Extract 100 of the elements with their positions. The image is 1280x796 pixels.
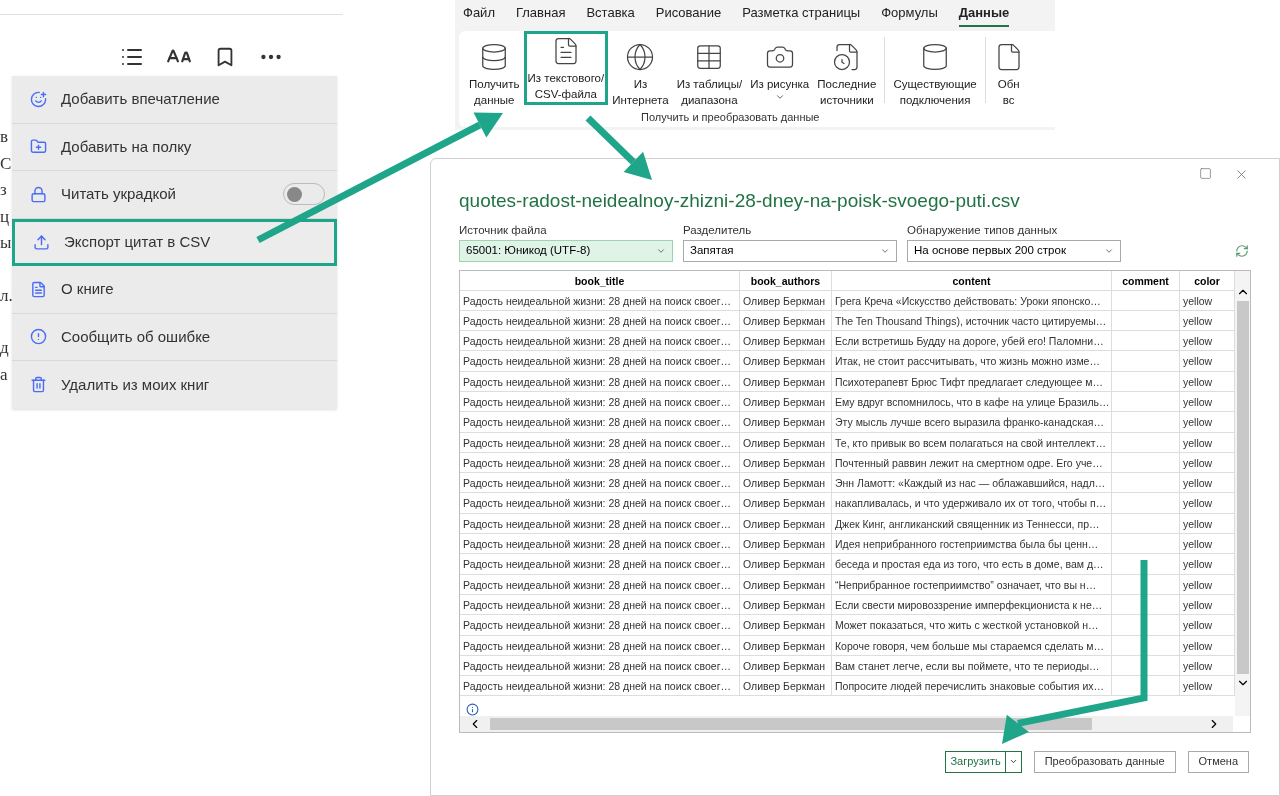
ribbon-button[interactable]: Получить данные bbox=[465, 37, 524, 111]
horizontal-scrollbar[interactable] bbox=[460, 715, 1233, 732]
dropdown-field[interactable]: На основе первых 200 строк bbox=[907, 239, 1121, 262]
table-cell: Оливер Беркман bbox=[740, 331, 832, 351]
table-cell: Оливер Беркман bbox=[740, 676, 832, 696]
table-cell: Радость неидеальной жизни: 28 дней на поиск своег… bbox=[460, 331, 740, 351]
ribbon-tab[interactable]: Главная bbox=[515, 3, 566, 27]
close-icon[interactable] bbox=[1234, 167, 1249, 182]
table-cell: The Ten Thousand Things), источник часто цитируемы… bbox=[832, 310, 1112, 331]
ribbon-button[interactable]: Существующие подключения bbox=[889, 37, 981, 111]
upload-icon bbox=[33, 233, 50, 251]
lock-icon bbox=[30, 185, 47, 203]
info-icon bbox=[466, 702, 479, 716]
globe-icon bbox=[625, 42, 656, 72]
table-cell: Оливер Беркман bbox=[740, 310, 832, 331]
table-cell: Психотерапевт Брюс Тифт предлагает следующее м… bbox=[832, 371, 1112, 391]
dialog-button[interactable]: Отмена bbox=[1187, 750, 1249, 773]
smile-plus-icon bbox=[30, 90, 47, 108]
ribbon-tab[interactable]: Вставка bbox=[586, 3, 635, 27]
alert-icon bbox=[30, 328, 47, 346]
refresh-icon[interactable] bbox=[1235, 243, 1249, 258]
table-cell: Радость неидеальной жизни: 28 дней на поиск своег… bbox=[460, 493, 740, 513]
table-cell: Оливер Беркман bbox=[740, 432, 832, 452]
dialog-button[interactable]: Преобразовать данные bbox=[1033, 750, 1176, 773]
book-text: д bbox=[0, 337, 10, 359]
table-cell: “Неприбранное гостеприимство” означает, что вы н… bbox=[832, 574, 1112, 594]
table-cell: Оливер Беркман bbox=[740, 392, 832, 412]
table-cell: Оливер Беркман bbox=[740, 493, 832, 513]
document-icon bbox=[30, 280, 47, 298]
menu-item[interactable]: Читать украдкой bbox=[12, 171, 337, 219]
dropdown-toggle[interactable] bbox=[1005, 750, 1022, 773]
table-cell: Если свести мировоззрение имперфекциониста к не… bbox=[832, 594, 1112, 615]
book-text: С bbox=[0, 152, 13, 175]
table-cell: Оливер Беркман bbox=[740, 574, 832, 594]
table-cell: Оливер Беркман bbox=[740, 473, 832, 493]
field-label: Источник файла bbox=[459, 222, 548, 238]
column-header: book_authors bbox=[740, 270, 832, 290]
table-cell: Радость неидеальной жизни: 28 дней на поиск своег… bbox=[460, 432, 740, 452]
table-cell: Оливер Беркман bbox=[740, 412, 832, 432]
table-cell: беседа и простая еда из того, что есть в доме, вам д… bbox=[832, 554, 1112, 574]
table-cell: Радость неидеальной жизни: 28 дней на поиск своег… bbox=[460, 473, 740, 493]
book-text: л. bbox=[0, 284, 13, 307]
book-text: ы bbox=[0, 232, 13, 254]
table-cell: Оливер Беркман bbox=[740, 351, 832, 371]
ribbon-button[interactable]: Из рисунка bbox=[746, 37, 814, 105]
table-cell: Энн Ламотт: «Каждый из нас — облажавшийся, надл… bbox=[832, 473, 1112, 493]
menu-item[interactable]: Добавить впечатление bbox=[12, 76, 337, 124]
table-cell: Грега Креча «Искусство действовать: Уроки японско… bbox=[832, 290, 1112, 310]
table-cell: Радость неидеальной жизни: 28 дней на поиск своег… bbox=[460, 310, 740, 331]
ribbon-button[interactable]: Обн вс bbox=[989, 37, 1028, 111]
menu-item[interactable]: Удалить из моих книг bbox=[12, 361, 337, 409]
group-label: Получить и преобразовать данные bbox=[641, 110, 821, 125]
ribbon-tab[interactable]: Данные bbox=[958, 3, 1010, 27]
caret-icon bbox=[1008, 757, 1018, 766]
dropdown-field[interactable]: Запятая bbox=[683, 239, 897, 262]
table-cell: Радость неидеальной жизни: 28 дней на поиск своег… bbox=[460, 452, 740, 473]
table-cell: Оливер Беркман bbox=[740, 594, 832, 615]
ribbon-button[interactable]: Последние источники bbox=[813, 37, 881, 111]
column-header: content bbox=[832, 270, 1112, 290]
table-cell: Радость неидеальной жизни: 28 дней на поиск своег… bbox=[460, 412, 740, 432]
menu-item[interactable]: О книге bbox=[12, 266, 337, 314]
book-text: в bbox=[0, 126, 10, 148]
menu-item[interactable]: Добавить на полку bbox=[12, 123, 337, 171]
table-cell: Радость неидеальной жизни: 28 дней на поиск своег… bbox=[460, 554, 740, 574]
load-button[interactable]: Загрузить bbox=[945, 750, 1006, 773]
menu-item[interactable]: Сообщить об ошибке bbox=[12, 313, 337, 361]
ribbon-tab[interactable]: Рисование bbox=[655, 3, 722, 27]
table-cell: Ему вдруг вспомнилось, что в кафе на улице Бразиль… bbox=[832, 392, 1112, 412]
ribbon-tab[interactable]: Разметка страницы bbox=[742, 3, 861, 27]
table-cell: Оливер Беркман bbox=[740, 534, 832, 554]
toggle-switch[interactable] bbox=[283, 183, 325, 206]
table-cell: Идея неприбранного гостеприимства была бы ценн… bbox=[832, 534, 1112, 554]
table-cell: Эту мысль лучше всего выразила франко-канадская… bbox=[832, 412, 1112, 432]
table-cell: Радость неидеальной жизни: 28 дней на поиск своег… bbox=[460, 655, 740, 676]
column-header: comment bbox=[1112, 270, 1180, 290]
ribbon-button[interactable]: Из Интернета bbox=[608, 37, 673, 111]
ribbon-button[interactable]: Из текстового/ CSV-файла bbox=[523, 31, 609, 105]
table-cell: Радость неидеальной жизни: 28 дней на поиск своег… bbox=[460, 574, 740, 594]
table-cell: Короче говоря, чем больше мы стараемся сделать м… bbox=[832, 635, 1112, 655]
table-cell: Итак, не стоит рассчитывать, что жизнь можно изме… bbox=[832, 351, 1112, 371]
ribbon-tab[interactable]: Файл bbox=[463, 3, 495, 27]
table-cell: Оливер Беркман bbox=[740, 371, 832, 391]
vertical-scrollbar[interactable] bbox=[1235, 270, 1250, 716]
table-cell: Радость неидеальной жизни: 28 дней на поиск своег… bbox=[460, 290, 740, 310]
table-cell: Радость неидеальной жизни: 28 дней на поиск своег… bbox=[460, 371, 740, 391]
book-text: з bbox=[0, 179, 8, 201]
trash-icon bbox=[30, 376, 47, 394]
table-cell: Радость неидеальной жизни: 28 дней на поиск своег… bbox=[460, 676, 740, 696]
menu-item[interactable]: Экспорт цитат в CSV bbox=[12, 218, 337, 266]
table-cell: Оливер Беркман bbox=[740, 452, 832, 473]
column-header: book_title bbox=[460, 270, 740, 290]
table-cell: Радость неидеальной жизни: 28 дней на поиск своег… bbox=[460, 392, 740, 412]
table-cell: Радость неидеальной жизни: 28 дней на поиск своег… bbox=[460, 534, 740, 554]
table-cell: Оливер Беркман bbox=[740, 554, 832, 574]
field-label: Разделитель bbox=[683, 222, 753, 238]
table-cell: Оливер Беркман bbox=[740, 655, 832, 676]
dropdown-field[interactable]: 65001: Юникод (UTF-8) bbox=[459, 239, 673, 262]
ribbon-tab[interactable]: Формулы bbox=[881, 3, 938, 27]
table-cell: Радость неидеальной жизни: 28 дней на поиск своег… bbox=[460, 351, 740, 371]
ribbon-button[interactable]: Из таблицы/ диапазона bbox=[672, 37, 747, 111]
